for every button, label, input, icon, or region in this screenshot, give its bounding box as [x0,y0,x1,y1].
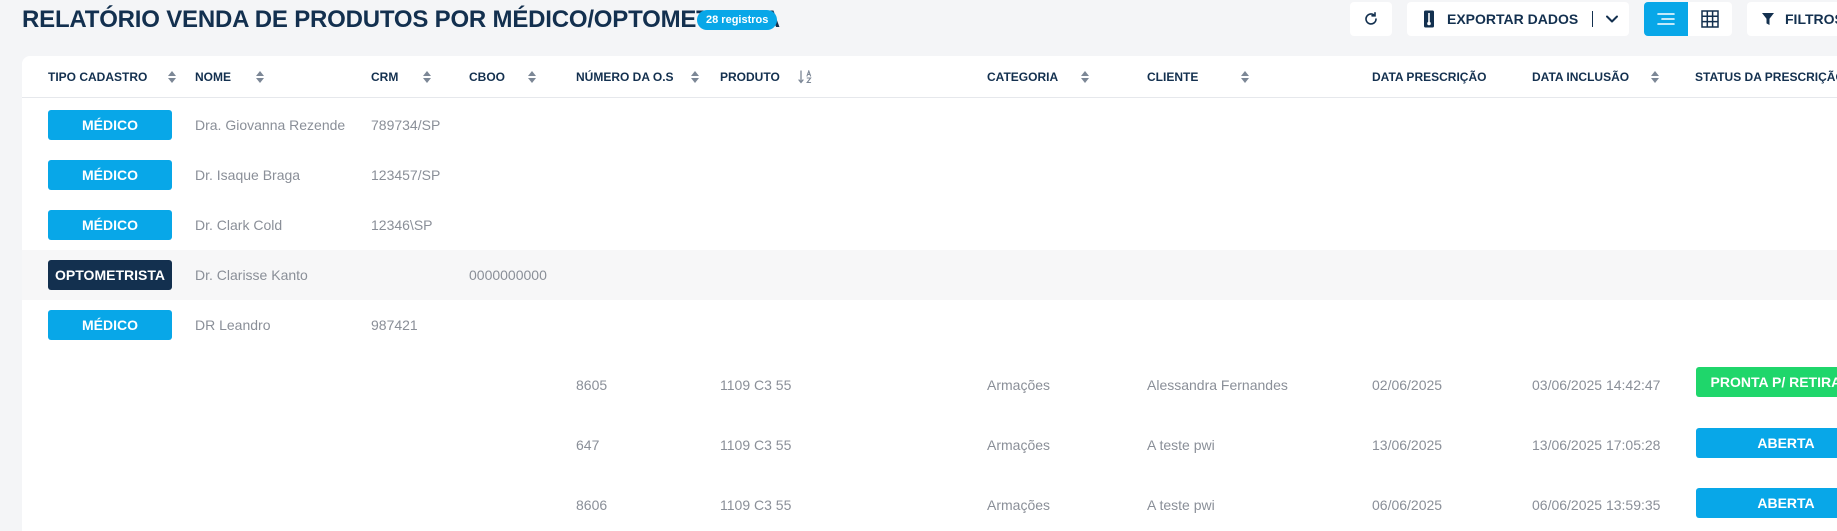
nome-cell: Dra. Giovanna Rezende [195,117,346,133]
tipo-cadastro-badge: MÉDICO [48,310,172,340]
filters-button[interactable]: FILTROS [1747,2,1837,36]
data-inclusao-cell: 13/06/2025 17:05:28 [1532,437,1661,453]
cliente-cell: Alessandra Fernandes [1147,377,1288,393]
produto-cell: 1109 C3 55 [720,437,792,453]
categoria-cell: Armações [987,437,1051,453]
col-tipo-cadastro[interactable]: TIPO CADASTRO [48,56,147,98]
table-row[interactable]: MÉDICO DR Leandro 987421 [22,300,1837,350]
table-row[interactable]: MÉDICO Dra. Giovanna Rezende 789734/SP [22,100,1837,150]
sort-icon[interactable] [1080,70,1090,84]
crm-cell: 123457/SP [371,167,441,183]
tipo-cadastro-badge: MÉDICO [48,160,172,190]
list-view-button[interactable] [1644,2,1688,36]
table-row[interactable]: MÉDICO Dr. Isaque Braga 123457/SP [22,150,1837,200]
tipo-cadastro-badge: OPTOMETRISTA [48,260,172,290]
table-row[interactable]: 8605 1109 C3 55 Armações Alessandra Fern… [22,350,1837,410]
page-title: RELATÓRIO VENDA DE PRODUTOS POR MÉDICO/O… [22,6,780,33]
tipo-cadastro-badge: MÉDICO [48,210,172,240]
numero-os-cell: 8606 [576,497,608,513]
nome-cell: Dr. Clark Cold [195,217,283,233]
table-header: TIPO CADASTRO NOME CRM CBOO NÚMERO DA O.… [22,56,1837,98]
col-cboo[interactable]: CBOO [469,56,505,98]
table-row[interactable]: OPTOMETRISTA Dr. Clarisse Kanto 00000000… [22,250,1837,300]
produto-cell: 1109 C3 55 [720,497,792,513]
export-data-label: EXPORTAR DADOS [1447,11,1579,27]
nome-cell: Dr. Clarisse Kanto [195,267,308,283]
table-row[interactable]: MÉDICO Dr. Clark Cold 12346\SP [22,200,1837,250]
cboo-cell: 0000000000 [469,267,547,283]
data-prescricao-cell: 02/06/2025 [1372,377,1443,393]
col-categoria[interactable]: CATEGORIA [987,56,1058,98]
sort-alpha-icon[interactable] [798,70,814,84]
sort-icon[interactable] [690,70,700,84]
export-divider [1592,11,1594,27]
sort-icon[interactable] [1240,70,1250,84]
categoria-cell: Armações [987,497,1051,513]
records-count-badge: 28 registros [697,10,778,30]
sort-icon[interactable] [1650,70,1660,84]
cliente-cell: A teste pwi [1147,497,1215,513]
col-produto[interactable]: PRODUTO [720,56,780,98]
grid-view-icon [1701,10,1719,28]
produto-cell: 1109 C3 55 [720,377,792,393]
status-badge: ABERTA [1696,488,1837,518]
data-inclusao-cell: 03/06/2025 14:42:47 [1532,377,1661,393]
status-badge: ABERTA [1696,428,1837,458]
filters-label: FILTROS [1785,11,1837,27]
export-data-button[interactable]: EXPORTAR DADOS [1407,2,1629,36]
col-cliente[interactable]: CLIENTE [1147,56,1198,98]
data-prescricao-cell: 13/06/2025 [1372,437,1443,453]
crm-cell: 789734/SP [371,117,441,133]
numero-os-cell: 647 [576,437,600,453]
crm-cell: 12346\SP [371,217,433,233]
top-bar: RELATÓRIO VENDA DE PRODUTOS POR MÉDICO/O… [0,0,1837,40]
sort-icon[interactable] [255,70,265,84]
sort-icon[interactable] [422,70,432,84]
sort-icon[interactable] [167,70,177,84]
categoria-cell: Armações [987,377,1051,393]
nome-cell: DR Leandro [195,317,271,333]
col-crm[interactable]: CRM [371,56,398,98]
thermometer-icon [1423,10,1435,28]
data-inclusao-cell: 06/06/2025 13:59:35 [1532,497,1661,513]
refresh-button[interactable] [1350,2,1392,36]
grid-view-button[interactable] [1688,2,1732,36]
table-row[interactable]: 8606 1109 C3 55 Armações A teste pwi 06/… [22,470,1837,530]
status-badge: PRONTA P/ RETIRADA [1696,367,1837,397]
col-numero-os[interactable]: NÚMERO DA O.S [576,56,674,98]
report-table: TIPO CADASTRO NOME CRM CBOO NÚMERO DA O.… [22,56,1837,531]
list-view-icon [1657,12,1675,26]
cliente-cell: A teste pwi [1147,437,1215,453]
tipo-cadastro-badge: MÉDICO [48,110,172,140]
nome-cell: Dr. Isaque Braga [195,167,301,183]
filter-icon [1761,12,1775,26]
table-row[interactable]: 647 1109 C3 55 Armações A teste pwi 13/0… [22,410,1837,470]
crm-cell: 987421 [371,317,418,333]
chevron-down-icon[interactable] [1605,14,1619,24]
col-data-inclusao[interactable]: DATA INCLUSÃO [1532,56,1629,98]
refresh-icon [1363,11,1379,27]
col-status[interactable]: STATUS DA PRESCRIÇÃO [1695,56,1837,98]
sort-icon[interactable] [527,70,537,84]
data-prescricao-cell: 06/06/2025 [1372,497,1443,513]
col-data-prescricao[interactable]: DATA PRESCRIÇÃO [1372,56,1486,98]
numero-os-cell: 8605 [576,377,608,393]
col-nome[interactable]: NOME [195,56,231,98]
